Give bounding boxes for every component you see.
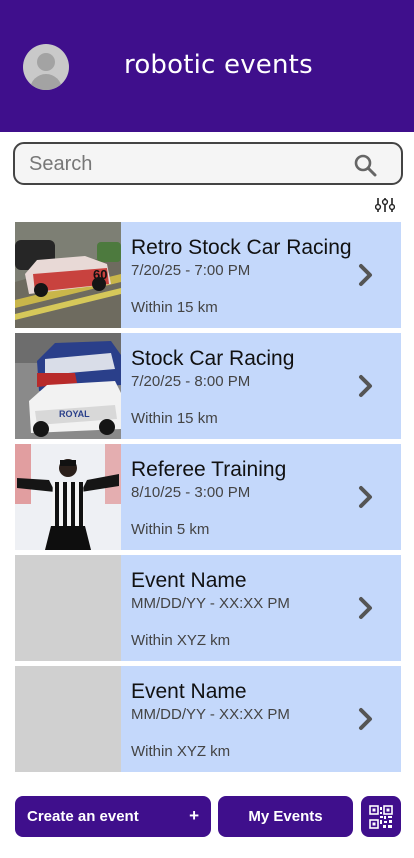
event-card[interactable]: ROYAL Stock Car Racing 7/20/25 - 8:00 PM… xyxy=(15,333,401,439)
event-card[interactable]: 60 Retro Stock Car Racing 7/20/25 - 7:00… xyxy=(15,222,401,328)
event-distance: Within XYZ km xyxy=(131,632,231,649)
event-card[interactable]: Event Name MM/DD/YY - XX:XX PM Within XY… xyxy=(15,555,401,661)
svg-text:ROYAL: ROYAL xyxy=(59,409,90,419)
chevron-right-icon[interactable] xyxy=(357,706,375,732)
app-title: robotic events xyxy=(124,50,313,80)
search-icon[interactable] xyxy=(353,153,377,177)
plus-icon: + xyxy=(189,806,199,825)
event-title: Referee Training xyxy=(131,458,287,481)
app-header: robotic events xyxy=(0,0,414,132)
event-distance: Within 15 km xyxy=(131,410,218,427)
event-photo-placeholder xyxy=(15,666,121,772)
event-datetime: MM/DD/YY - XX:XX PM xyxy=(131,595,290,612)
event-distance: Within 5 km xyxy=(131,521,210,538)
search-input[interactable] xyxy=(29,152,339,176)
sliders-icon[interactable] xyxy=(375,197,395,213)
chevron-right-icon[interactable] xyxy=(357,373,375,399)
event-card[interactable]: Referee Training 8/10/25 - 3:00 PM Withi… xyxy=(15,444,401,550)
event-datetime: MM/DD/YY - XX:XX PM xyxy=(131,706,290,723)
event-datetime: 7/20/25 - 8:00 PM xyxy=(131,373,251,390)
event-datetime: 7/20/25 - 7:00 PM xyxy=(131,262,251,279)
event-datetime: 8/10/25 - 3:00 PM xyxy=(131,484,251,501)
event-title: Stock Car Racing xyxy=(131,347,295,370)
event-photo: ROYAL xyxy=(15,333,121,439)
chevron-right-icon[interactable] xyxy=(357,484,375,510)
create-event-label: Create an event xyxy=(27,808,139,825)
event-card[interactable]: Event Name MM/DD/YY - XX:XX PM Within XY… xyxy=(15,666,401,772)
event-photo xyxy=(15,444,121,550)
my-events-button[interactable]: My Events xyxy=(218,796,353,837)
event-title: Event Name xyxy=(131,569,247,592)
chevron-right-icon[interactable] xyxy=(357,595,375,621)
event-photo-placeholder xyxy=(15,555,121,661)
qr-code-button[interactable] xyxy=(361,796,401,837)
event-title: Event Name xyxy=(131,680,247,703)
create-event-button[interactable]: Create an event + xyxy=(15,796,211,837)
chevron-right-icon[interactable] xyxy=(357,262,375,288)
event-title: Retro Stock Car Racing xyxy=(131,236,352,259)
search-bar[interactable] xyxy=(13,142,403,185)
user-avatar-icon[interactable] xyxy=(23,44,69,90)
qr-code-icon xyxy=(369,804,393,829)
event-distance: Within 15 km xyxy=(131,299,218,316)
event-photo: 60 xyxy=(15,222,121,328)
event-distance: Within XYZ km xyxy=(131,743,231,760)
my-events-label: My Events xyxy=(248,808,323,825)
